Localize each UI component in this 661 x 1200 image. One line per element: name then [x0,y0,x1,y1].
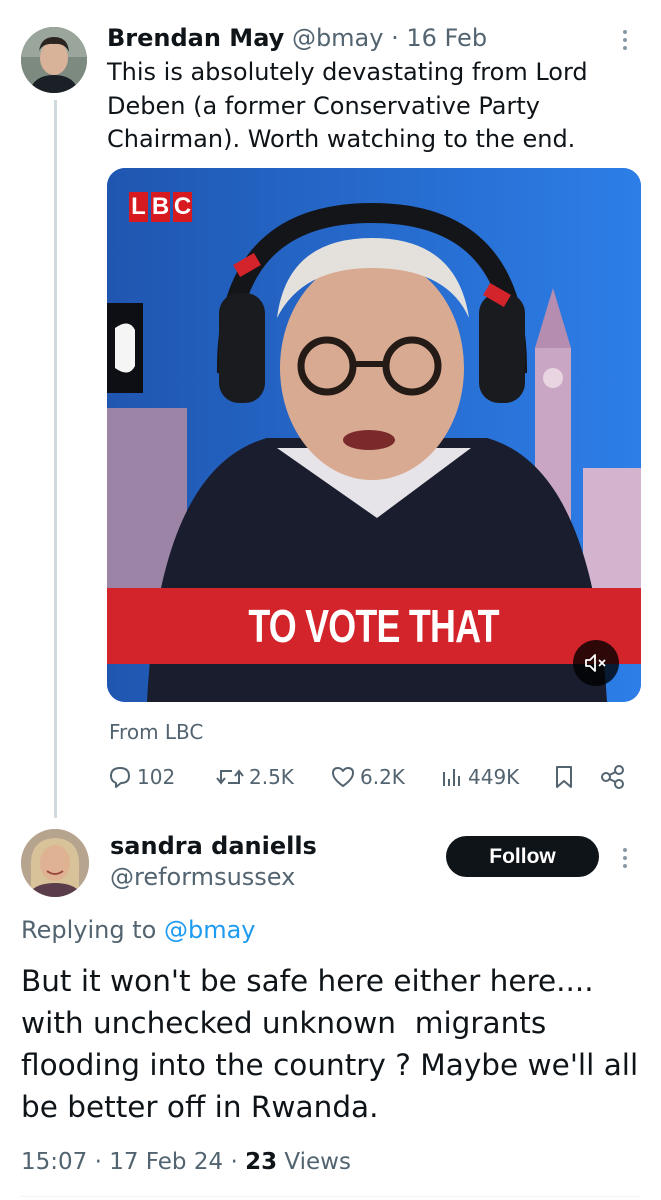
author-handle[interactable]: @bmay [292,24,384,52]
tweet-header: Brendan May @bmay · 16 Feb [107,22,487,54]
video-player[interactable]: L B C TO VOTE THAT [107,168,641,702]
repost-button[interactable]: 2.5K [215,760,294,794]
header-separator: · [391,24,399,52]
author-name[interactable]: Brendan May [107,24,284,52]
views-button[interactable]: 449K [440,760,519,794]
replying-to-line: Replying to @bmay [21,914,255,946]
repost-icon [216,769,244,785]
video-caption-bar: TO VOTE THAT [107,588,641,664]
action-bar: 102 2.5K 6.2K 449K [107,760,637,794]
reply-icon [110,767,130,788]
reply-author-handle[interactable]: @reformsussex [110,861,295,893]
lbc-logo: L B C [129,192,192,222]
reply-metadata: 15:07 · 17 Feb 24 · 23 Views [21,1149,351,1175]
bookmark-icon [556,766,572,788]
avatar[interactable] [21,829,89,897]
reply-text: But it won't be safe here either here...… [21,964,648,1124]
reply-author-name[interactable]: sandra daniells [110,830,317,862]
views-icon [443,769,460,786]
reply-count: 102 [137,765,176,789]
bookmark-button[interactable] [552,760,576,794]
mute-icon [585,654,606,672]
share-icon [601,765,624,789]
reply-views-label: Views [284,1149,351,1175]
like-count: 6.2K [360,765,405,789]
media-source-label[interactable]: From LBC [109,718,203,746]
mute-button[interactable] [573,640,619,686]
like-button[interactable]: 6.2K [330,760,405,794]
avatar[interactable] [21,27,87,93]
more-icon[interactable] [622,848,628,868]
video-caption: TO VOTE THAT [248,600,500,652]
tweet-text: This is absolutely devastating from Lord… [107,58,588,153]
tweet-date[interactable]: 16 Feb [406,24,487,52]
reply-button[interactable]: 102 [107,760,175,794]
replying-mention-link[interactable]: @bmay [164,916,256,944]
share-button[interactable] [599,760,627,794]
like-icon [332,767,354,787]
more-icon[interactable] [622,30,628,50]
views-count: 449K [468,765,520,789]
replying-prefix: Replying to [21,916,157,944]
divider [21,1196,641,1197]
repost-count: 2.5K [249,765,294,789]
reply-time[interactable]: 15:07 [21,1149,87,1175]
reply-views-count: 23 [245,1149,278,1175]
thread-connector-line [54,100,57,818]
follow-button[interactable]: Follow [446,836,599,877]
reply-date[interactable]: 17 Feb 24 [109,1149,223,1175]
